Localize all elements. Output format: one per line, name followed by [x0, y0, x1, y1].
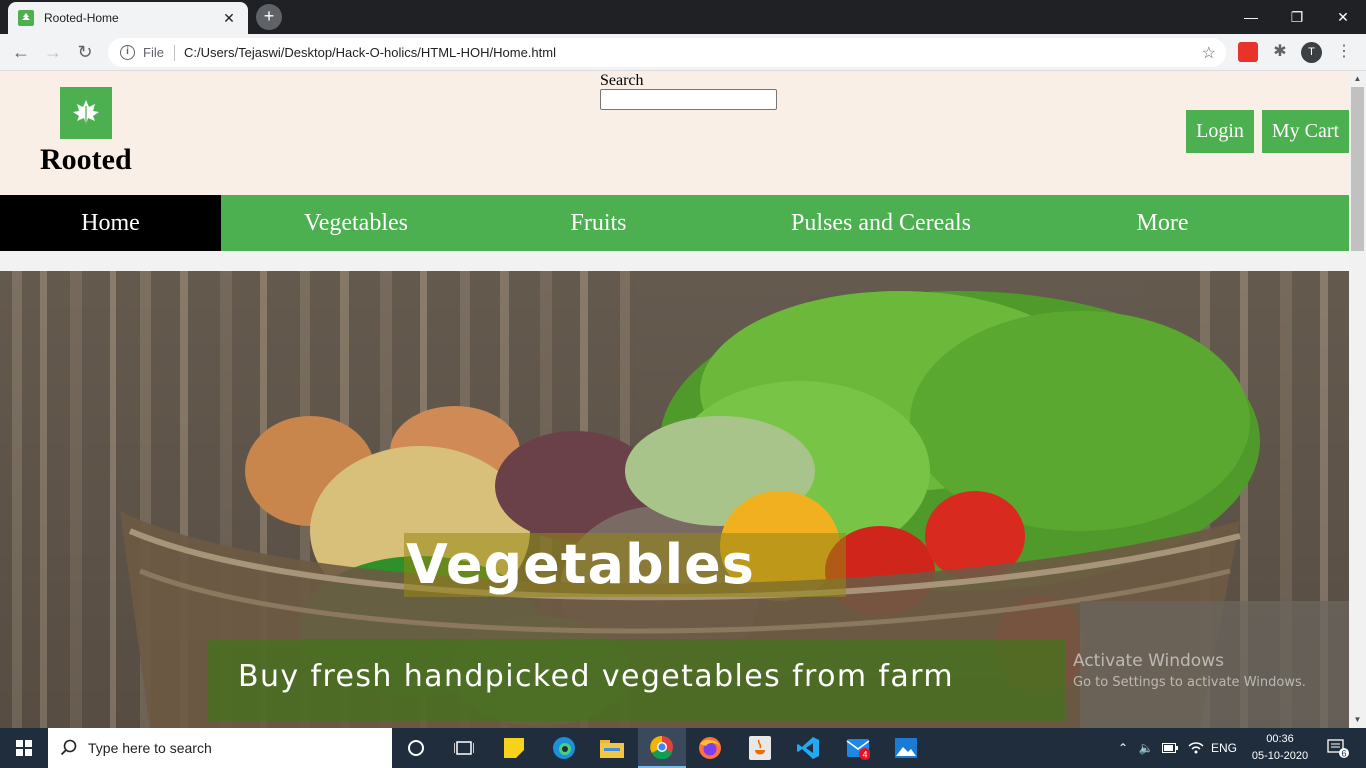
hero-banner: Vegetables Buy fresh handpicked vegetabl…: [0, 271, 1349, 728]
taskbar-search-placeholder: Type here to search: [88, 740, 212, 756]
url-scheme: File: [143, 45, 164, 60]
profile-avatar[interactable]: T: [1301, 42, 1322, 63]
firefox-icon[interactable]: [686, 728, 734, 768]
site-header: Rooted Search Login My Cart: [0, 71, 1349, 195]
nav-item-more[interactable]: More: [1056, 195, 1269, 251]
window-close-button[interactable]: ✕: [1320, 0, 1366, 34]
url-text[interactable]: C:/Users/Tejaswi/Desktop/Hack-O-holics/H…: [184, 45, 556, 60]
battery-icon[interactable]: [1160, 728, 1180, 768]
nav-item-vegetables[interactable]: Vegetables: [221, 195, 491, 251]
browser-toolbar: ← → ↻ i File C:/Users/Tejaswi/Desktop/Ha…: [0, 34, 1366, 71]
hero-title: Vegetables: [406, 533, 755, 596]
forward-arrow-icon[interactable]: →: [40, 40, 66, 64]
scroll-up-icon[interactable]: ▲: [1349, 71, 1366, 87]
wifi-icon[interactable]: [1185, 728, 1207, 768]
clock-time: 00:36: [1266, 733, 1294, 745]
mail-badge-count: 4: [862, 750, 867, 760]
java-app-icon[interactable]: [736, 728, 784, 768]
vscode-icon[interactable]: [784, 728, 832, 768]
main-nav: Home Vegetables Fruits Pulses and Cereal…: [0, 195, 1349, 251]
new-tab-button[interactable]: +: [256, 4, 282, 30]
chrome-taskbar-icon[interactable]: [638, 728, 686, 768]
extensions-puzzle-icon[interactable]: ✱: [1270, 42, 1290, 62]
windows-taskbar: Type here to search 4 ⌃ 🔈 ENG 00:36 05-1…: [0, 728, 1366, 768]
leaf-favicon-icon: [18, 10, 34, 26]
scrollbar-thumb[interactable]: [1351, 87, 1364, 251]
address-bar[interactable]: i File C:/Users/Tejaswi/Desktop/Hack-O-h…: [108, 38, 1226, 67]
nav-item-home[interactable]: Home: [0, 195, 221, 251]
taskbar-search-box[interactable]: Type here to search: [48, 728, 392, 768]
login-button[interactable]: Login: [1186, 110, 1254, 153]
search-label: Search: [600, 72, 644, 89]
browser-tab-active[interactable]: Rooted-Home ✕: [8, 2, 248, 34]
browser-titlebar: Rooted-Home ✕ + — ❐ ✕: [0, 0, 1366, 34]
tray-overflow-chevron-icon[interactable]: ⌃: [1114, 728, 1132, 768]
brand-name[interactable]: Rooted: [40, 143, 132, 177]
tab-close-icon[interactable]: ✕: [220, 10, 238, 27]
clock-date: 05-10-2020: [1251, 750, 1309, 762]
cortana-icon[interactable]: [392, 728, 440, 768]
activation-hint: Go to Settings to activate Windows.: [1073, 675, 1306, 690]
restore-button[interactable]: ❐: [1274, 0, 1320, 34]
tab-title: Rooted-Home: [44, 11, 119, 25]
volume-icon[interactable]: 🔈: [1136, 728, 1156, 768]
nav-item-fruits[interactable]: Fruits: [491, 195, 706, 251]
search-icon: [60, 739, 77, 756]
windows-start-icon[interactable]: [0, 728, 48, 768]
page-viewport: Rooted Search Login My Cart Home Vegetab…: [0, 71, 1349, 728]
back-arrow-icon[interactable]: ←: [8, 40, 34, 64]
scroll-down-icon[interactable]: ▼: [1349, 712, 1366, 728]
pdf-extension-icon[interactable]: [1238, 42, 1258, 62]
action-center-icon[interactable]: 6: [1318, 728, 1358, 768]
url-separator: [173, 44, 175, 61]
reload-icon[interactable]: ↻: [72, 40, 98, 64]
minimize-button[interactable]: —: [1228, 0, 1274, 34]
system-clock[interactable]: 00:36 05-10-2020: [1250, 731, 1310, 765]
bookmark-star-icon[interactable]: ☆: [1202, 43, 1216, 63]
activation-watermark: Activate Windows Go to Settings to activ…: [1073, 651, 1306, 690]
site-info-icon[interactable]: i: [120, 45, 135, 60]
photos-app-icon[interactable]: [882, 728, 930, 768]
my-cart-button[interactable]: My Cart: [1262, 110, 1349, 153]
search-input[interactable]: [600, 89, 777, 110]
sticky-notes-icon[interactable]: [490, 728, 538, 768]
browser-menu-icon[interactable]: ⋮: [1336, 40, 1352, 64]
nav-item-pulses-and-cereals[interactable]: Pulses and Cereals: [706, 195, 1056, 251]
notification-count: 6: [1341, 749, 1346, 759]
hero-subtitle: Buy fresh handpicked vegetables from far…: [238, 659, 955, 694]
mail-app-icon[interactable]: 4: [834, 728, 882, 768]
input-language[interactable]: ENG: [1210, 728, 1238, 768]
task-view-icon[interactable]: [440, 728, 488, 768]
edge-browser-icon[interactable]: [540, 728, 588, 768]
file-explorer-icon[interactable]: [588, 728, 636, 768]
activation-title: Activate Windows: [1073, 651, 1224, 671]
leaf-logo-icon[interactable]: [60, 87, 112, 139]
vertical-scrollbar[interactable]: ▲ ▼: [1349, 71, 1366, 728]
